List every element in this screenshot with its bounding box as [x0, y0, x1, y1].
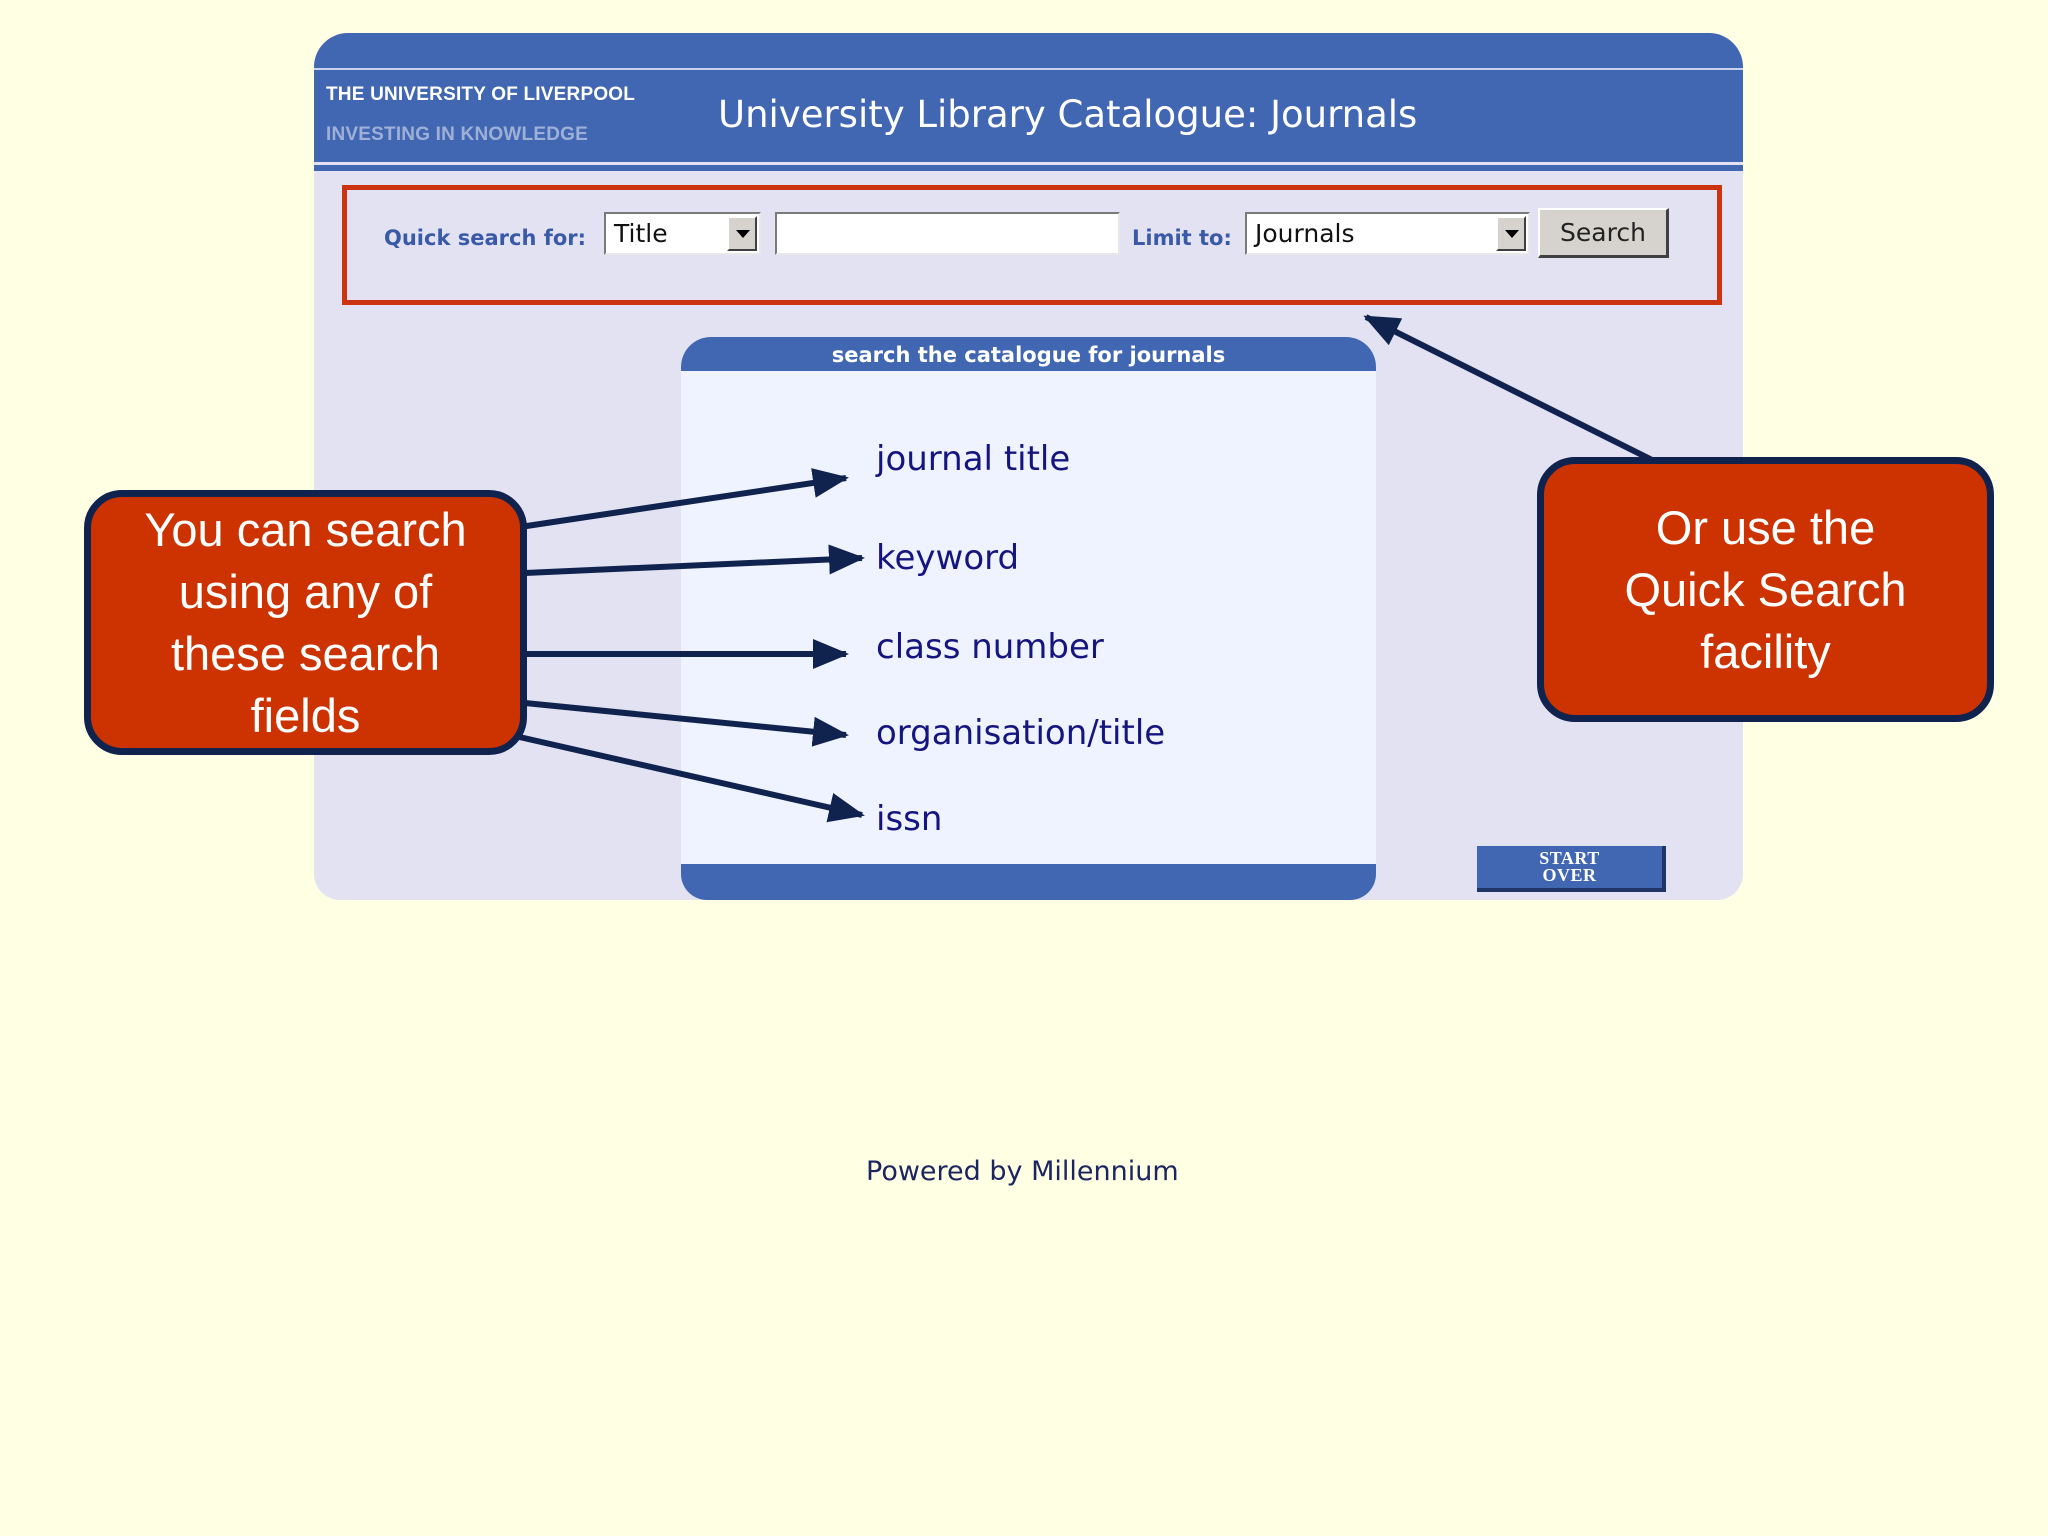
annotation-arrows	[514, 314, 1654, 823]
arrow-to-quick-search	[1363, 314, 1654, 463]
callout-search-fields: You can search using any of these search…	[84, 490, 527, 755]
arrow-to-keyword	[524, 544, 865, 576]
arrow-to-organisation-title	[524, 700, 849, 747]
arrow-to-journal-title	[519, 468, 849, 530]
arrow-to-issn	[514, 733, 865, 823]
callout-search-fields-text: You can search using any of these search…	[144, 502, 467, 742]
callout-quick-search: Or use the Quick Search facility	[1537, 457, 1994, 722]
callout-quick-search-text: Or use the Quick Search facility	[1624, 500, 1907, 678]
